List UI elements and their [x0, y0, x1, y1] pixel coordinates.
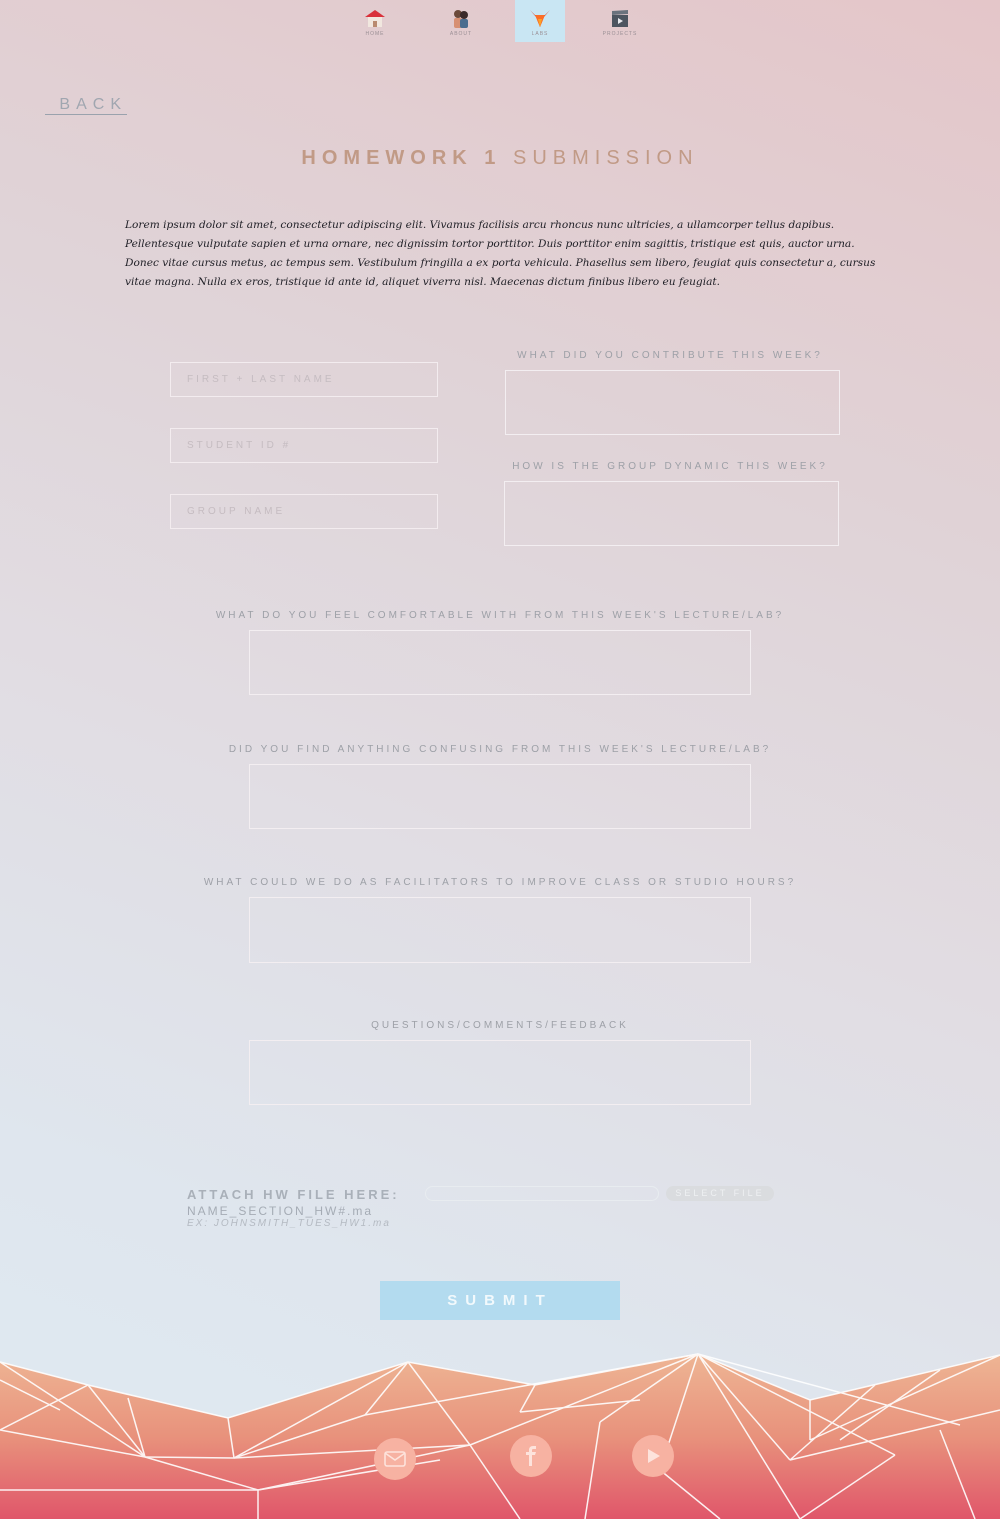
house-icon [365, 10, 385, 27]
comfortable-textarea[interactable] [249, 630, 751, 695]
feedback-textarea[interactable] [249, 1040, 751, 1105]
confusing-textarea[interactable] [249, 764, 751, 829]
name-input[interactable] [170, 362, 438, 397]
email-button[interactable] [374, 1438, 416, 1480]
question-improve-label: WHAT COULD WE DO AS FACILITATORS TO IMPR… [203, 877, 797, 888]
nav-item-labs[interactable]: labs [515, 0, 565, 42]
page-title: HOMEWORK 1 SUBMISSION [0, 147, 1000, 170]
dynamic-textarea[interactable] [504, 481, 839, 546]
people-icon [454, 10, 468, 28]
nav-item-projects[interactable]: projects [595, 0, 645, 42]
youtube-icon [648, 1449, 660, 1463]
fox-icon [530, 10, 550, 27]
student-id-input[interactable] [170, 428, 438, 463]
group-name-input[interactable] [170, 494, 438, 529]
nav-label-home: home [365, 31, 385, 37]
page-title-light: SUBMISSION [512, 147, 699, 169]
nav-label-about: about [449, 31, 473, 37]
clapperboard-icon [612, 10, 628, 27]
email-icon [384, 1451, 406, 1467]
select-file-button[interactable]: SELECT FILE [666, 1186, 774, 1201]
question-confusing-label: DID YOU FIND ANYTHING CONFUSING FROM THI… [228, 744, 772, 755]
question-comfortable-label: WHAT DO YOU FEEL COMFORTABLE WITH FROM T… [215, 610, 785, 621]
attach-file-example: EX: JOHNSMITH_TUES_HW1.ma [187, 1218, 391, 1229]
contribute-textarea[interactable] [505, 370, 840, 435]
nav-item-home[interactable]: home [350, 0, 400, 42]
attach-file-hint: NAME_SECTION_HW#.ma [187, 1204, 374, 1218]
footer-mountains [0, 1353, 1000, 1519]
top-nav: home about labs projects [0, 0, 1000, 44]
nav-label-labs: labs [531, 31, 549, 37]
submit-button[interactable]: SUBMIT [380, 1281, 620, 1320]
back-link[interactable]: BACK [45, 96, 127, 115]
nav-label-projects: projects [602, 31, 638, 37]
facebook-button[interactable] [510, 1435, 552, 1477]
facebook-icon [526, 1446, 536, 1466]
file-path-field[interactable] [425, 1186, 659, 1201]
page-title-bold: HOMEWORK 1 [301, 147, 502, 169]
youtube-button[interactable] [632, 1435, 674, 1477]
attach-file-label: ATTACH HW FILE HERE: [187, 1187, 400, 1202]
improve-textarea[interactable] [249, 897, 751, 963]
question-dynamic-label: HOW IS THE GROUP DYNAMIC THIS WEEK? [512, 461, 828, 472]
nav-item-about[interactable]: about [436, 0, 486, 42]
question-contribute-label: WHAT DID YOU CONTRIBUTE THIS WEEK? [517, 350, 823, 361]
question-feedback-label: QUESTIONS/COMMENTS/FEEDBACK [371, 1020, 629, 1031]
intro-paragraph: Lorem ipsum dolor sit amet, consectetur … [125, 219, 876, 288]
